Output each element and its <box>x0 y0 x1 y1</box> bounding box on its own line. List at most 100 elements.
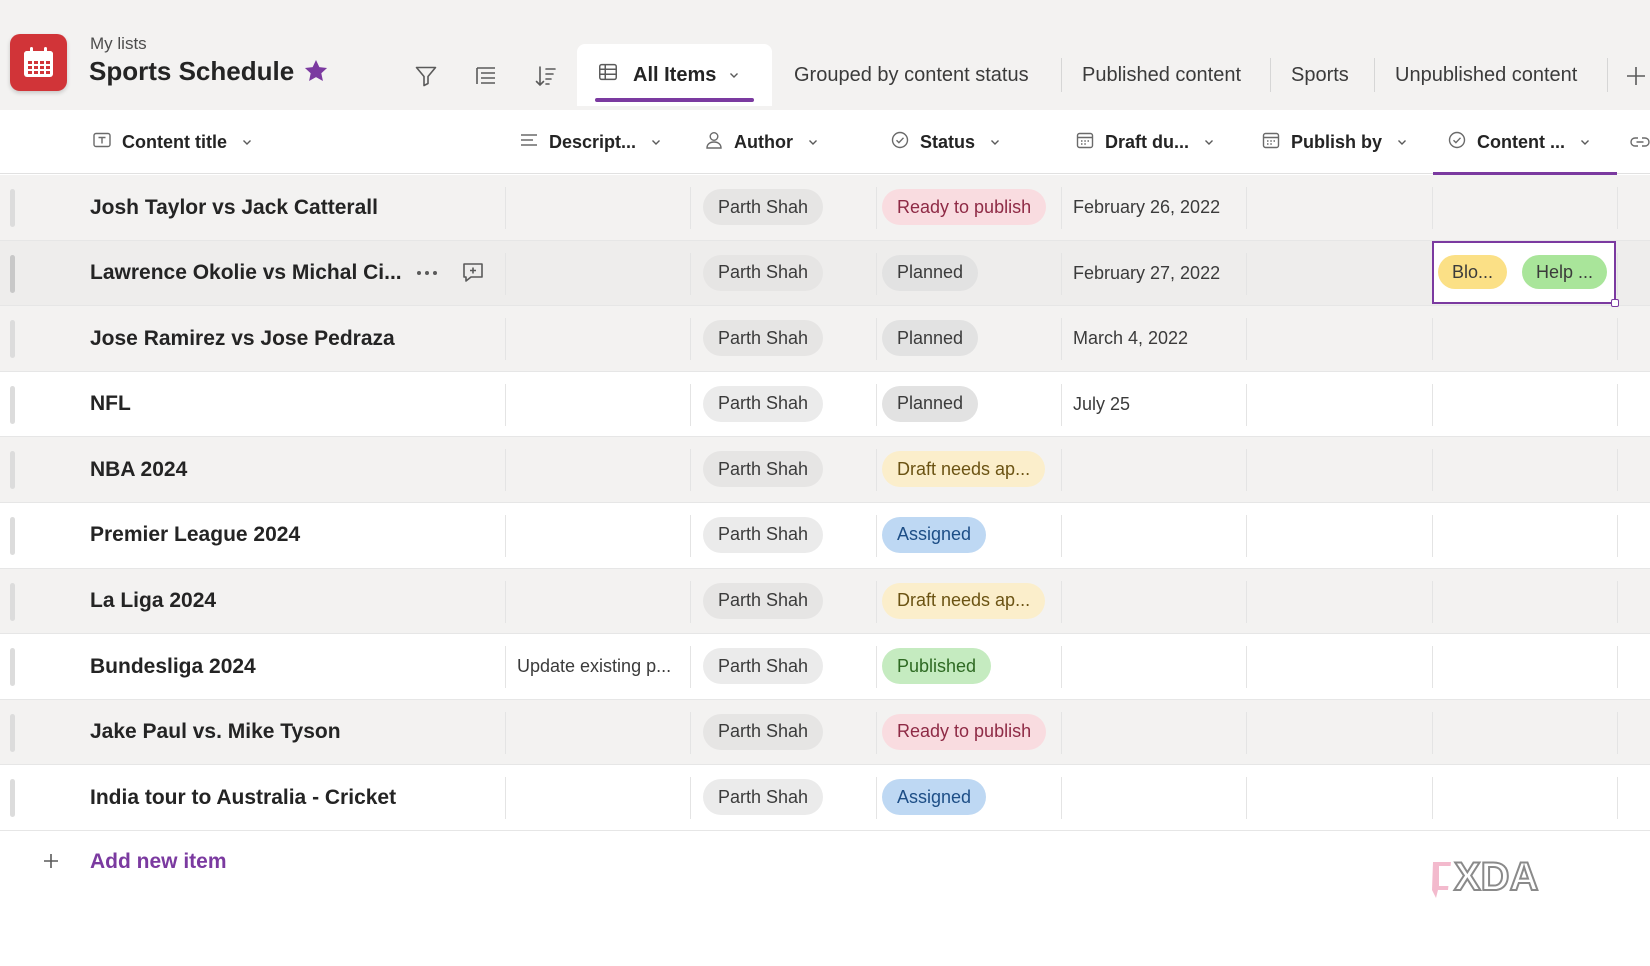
table-row[interactable]: Jake Paul vs. Mike Tyson Parth Shah Ready … <box>0 699 1650 766</box>
status-badge[interactable]: Planned <box>882 385 979 422</box>
row-drag-handle[interactable] <box>10 648 15 687</box>
status-badge[interactable]: Planned <box>882 254 979 291</box>
cell-divider <box>505 711 506 754</box>
author-chip[interactable]: Parth Shah <box>703 648 824 685</box>
table-row[interactable]: Premier League 2024 Parth Shah Assigned <box>0 503 1650 569</box>
table-row[interactable]: La Liga 2024 Parth Shah Draft needs ap... <box>0 568 1650 635</box>
selected-cell-content-type[interactable]: Blo... Help ... <box>1432 241 1619 307</box>
column-description[interactable]: Descript... <box>519 110 662 174</box>
column-author[interactable]: Author <box>704 110 819 174</box>
add-new-item-button[interactable]: Add new item <box>0 830 700 894</box>
table-row[interactable]: NFL Parth Shah Planned July 25 <box>0 372 1650 438</box>
cell-content-title[interactable]: Jose Ramirez vs Jose Pedraza <box>90 306 395 371</box>
favorite-star-icon[interactable] <box>303 58 329 89</box>
cell-content-title[interactable]: Premier League 2024 <box>90 503 300 568</box>
cell-draft-due[interactable]: March 4, 2022 <box>1073 306 1188 371</box>
cell-draft-due[interactable]: February 26, 2022 <box>1073 175 1220 240</box>
sort-icon[interactable] <box>532 62 560 90</box>
author-chip[interactable]: Parth Shah <box>703 779 824 816</box>
column-label: Draft du... <box>1105 131 1189 152</box>
status-badge[interactable]: Ready to publish <box>882 189 1047 225</box>
row-drag-handle[interactable] <box>10 451 15 490</box>
tab-sports[interactable]: Sports <box>1291 44 1349 106</box>
table-row[interactable]: India tour to Australia - Cricket Parth S… <box>0 765 1650 831</box>
cell-content-title[interactable]: Jake Paul vs. Mike Tyson <box>90 700 341 765</box>
cell-draft-due[interactable]: February 27, 2022 <box>1073 241 1220 306</box>
row-drag-handle[interactable] <box>10 582 15 621</box>
link-column-icon[interactable] <box>1630 110 1650 174</box>
chevron-down-icon[interactable] <box>241 132 253 153</box>
row-drag-handle[interactable] <box>10 516 15 555</box>
content-type-tag[interactable]: Help ... <box>1522 255 1608 289</box>
cell-divider <box>505 580 506 623</box>
author-chip[interactable]: Parth Shah <box>703 451 824 488</box>
cell-content-title[interactable]: Bundesliga 2024 <box>90 634 256 699</box>
cell-content-title[interactable]: La Liga 2024 <box>90 569 216 634</box>
chevron-down-icon[interactable] <box>650 132 662 153</box>
status-badge[interactable]: Published <box>882 648 992 685</box>
cell-divider <box>505 252 506 295</box>
cell-divider <box>1246 252 1247 295</box>
table-row[interactable]: Jose Ramirez vs Jose Pedraza Parth Shah Pl… <box>0 306 1650 372</box>
status-badge[interactable]: Ready to publish <box>882 713 1047 750</box>
column-status[interactable]: Status <box>890 110 1001 174</box>
status-badge[interactable]: Planned <box>882 320 979 357</box>
row-drag-handle[interactable] <box>10 189 15 227</box>
column-publish-by[interactable]: Publish by <box>1261 110 1408 174</box>
chevron-down-icon[interactable] <box>728 64 740 87</box>
tab-grouped-by-content-status[interactable]: Grouped by content status <box>794 44 1029 106</box>
row-drag-handle[interactable] <box>10 320 15 359</box>
author-chip[interactable]: Parth Shah <box>703 254 824 291</box>
fill-handle[interactable] <box>1611 299 1619 307</box>
add-comment-icon[interactable] <box>458 257 488 287</box>
table-row[interactable]: Josh Taylor vs Jack Catterall Parth Shah R… <box>0 175 1650 241</box>
cell-divider <box>690 711 691 754</box>
tab-all-items[interactable]: All Items <box>577 44 772 106</box>
row-drag-handle[interactable] <box>10 779 15 818</box>
calendar-list-icon[interactable] <box>10 34 67 91</box>
more-options-icon[interactable] <box>412 258 442 288</box>
tab-published-content[interactable]: Published content <box>1082 44 1241 106</box>
chevron-down-icon[interactable] <box>989 132 1001 153</box>
cell-description[interactable]: Update existing p... <box>517 634 671 699</box>
column-label: Status <box>920 131 976 152</box>
table-row[interactable]: Lawrence Okolie vs Michal Ci... Parth Sha… <box>0 240 1650 307</box>
table-row[interactable]: NBA 2024 Parth Shah Draft needs ap... <box>0 437 1650 503</box>
cell-divider <box>1617 449 1618 492</box>
author-chip[interactable]: Parth Shah <box>703 582 824 619</box>
chevron-down-icon[interactable] <box>807 132 819 153</box>
row-drag-handle[interactable] <box>10 254 15 293</box>
author-chip[interactable]: Parth Shah <box>703 385 824 422</box>
chevron-down-icon[interactable] <box>1396 132 1408 153</box>
cell-divider <box>1432 514 1433 557</box>
author-chip[interactable]: Parth Shah <box>703 516 824 553</box>
chevron-down-icon[interactable] <box>1203 132 1215 153</box>
filter-icon[interactable] <box>412 62 440 90</box>
cell-draft-due[interactable]: July 25 <box>1073 372 1130 437</box>
column-content-type[interactable]: Content ... <box>1433 110 1617 175</box>
author-chip[interactable]: Parth Shah <box>703 713 824 750</box>
cell-content-title[interactable]: Josh Taylor vs Jack Catterall <box>90 175 378 240</box>
author-chip[interactable]: Parth Shah <box>703 189 824 225</box>
cell-content-title[interactable]: NBA 2024 <box>90 437 187 502</box>
author-chip[interactable]: Parth Shah <box>703 320 824 357</box>
row-drag-handle[interactable] <box>10 385 15 424</box>
add-view-icon[interactable] <box>1622 62 1650 90</box>
status-badge[interactable]: Draft needs ap... <box>882 582 1046 619</box>
tab-unpublished-content[interactable]: Unpublished content <box>1395 44 1577 106</box>
content-type-tag[interactable]: Blo... <box>1438 255 1508 289</box>
status-badge[interactable]: Assigned <box>882 779 987 816</box>
status-badge[interactable]: Draft needs ap... <box>882 451 1046 488</box>
cell-content-title[interactable]: NFL <box>90 372 131 437</box>
cell-content-title[interactable]: Lawrence Okolie vs Michal Ci... <box>90 241 402 306</box>
status-badge[interactable]: Assigned <box>882 516 987 553</box>
cell-divider <box>1432 383 1433 426</box>
column-content-title[interactable]: Content title <box>92 110 253 174</box>
row-drag-handle[interactable] <box>10 713 15 752</box>
table-row[interactable]: Bundesliga 2024 Update existing p... Parth… <box>0 634 1650 700</box>
cell-content-title[interactable]: India tour to Australia - Cricket <box>90 765 396 830</box>
chevron-down-icon[interactable] <box>1579 132 1591 153</box>
breadcrumb[interactable]: My lists <box>90 34 147 54</box>
group-by-icon[interactable] <box>472 62 500 90</box>
column-draft-due[interactable]: Draft du... <box>1075 110 1215 174</box>
